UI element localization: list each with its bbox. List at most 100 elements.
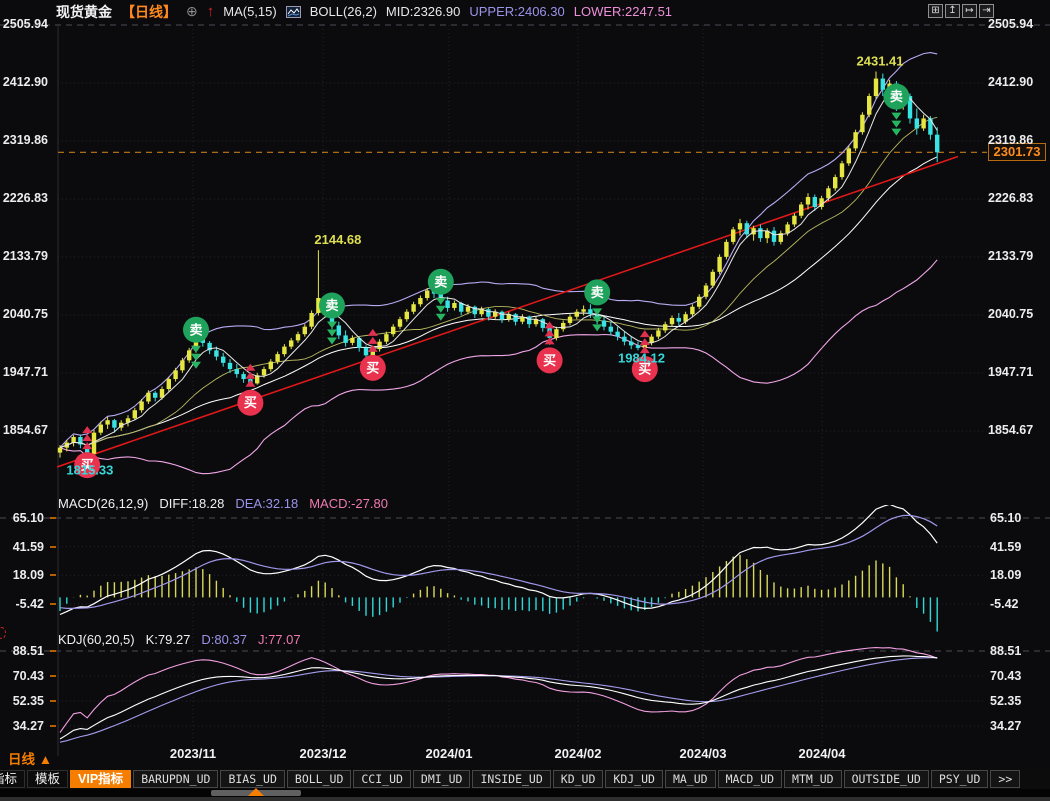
price-annotation: 1984.12 <box>618 350 665 365</box>
main-axis-tick-left: 2505.94 <box>0 17 48 31</box>
chart-canvas[interactable]: 卖卖卖卖卖买买买买买2431.412144.681984.121815.33 <box>0 0 1050 801</box>
symbol-name: 现货黄金 <box>56 2 112 22</box>
axis-edge-tick <box>50 574 56 576</box>
main-axis-tick-right: 2412.90 <box>988 75 1033 89</box>
buy-signal-marker: 买 <box>237 390 263 416</box>
x-axis-month-label: 2024/02 <box>555 746 602 761</box>
kdj-axis-tick-left: 34.27 <box>0 719 44 733</box>
trading-chart-window: 卖卖卖卖卖买买买买买2431.412144.681984.121815.33 现… <box>0 0 1050 801</box>
main-axis-tick-left: 2133.79 <box>0 249 48 263</box>
macd-diff-value: DIFF:18.28 <box>159 496 224 511</box>
macd-axis-tick-left: 41.59 <box>0 540 44 554</box>
buy-signal-marker: 买 <box>360 355 386 381</box>
tab-maud[interactable]: MA_UD <box>665 770 716 788</box>
axis-edge-tick <box>50 650 56 652</box>
price-annotation: 1815.33 <box>66 463 113 478</box>
period-tag[interactable]: 【日线】 <box>121 2 177 22</box>
pan-icon[interactable]: ⊞ <box>928 4 943 18</box>
tab-insideud[interactable]: INSIDE_UD <box>472 770 550 788</box>
main-axis-tick-left: 1947.71 <box>0 365 48 379</box>
main-axis-tick-left: 2226.83 <box>0 191 48 205</box>
period-indicator-label[interactable]: 日线 <box>8 752 35 767</box>
main-axis-tick-right: 2133.79 <box>988 249 1033 263</box>
main-axis-tick-left: 2040.75 <box>0 307 48 321</box>
main-axis-tick-right: 1854.67 <box>988 423 1033 437</box>
tab-[interactable]: 指标 <box>0 770 25 788</box>
axis-edge-tick <box>50 546 56 548</box>
main-axis-tick-right: 1947.71 <box>988 365 1033 379</box>
axis-edge-tick <box>50 725 56 727</box>
sell-signal-marker: 卖 <box>584 279 610 305</box>
axis-edge-tick <box>50 700 56 702</box>
x-axis-month-label: 2023/11 <box>170 746 216 761</box>
tab-kdjud[interactable]: KDJ_UD <box>605 770 663 788</box>
tab-outsideud[interactable]: OUTSIDE_UD <box>844 770 929 788</box>
kdj-j-value: J:77.07 <box>258 632 301 647</box>
period-indicator[interactable]: 日线 ▲ <box>8 748 52 768</box>
macd-value: MACD:-27.80 <box>309 496 388 511</box>
macd-axis-tick-left: -5.42 <box>0 597 44 611</box>
x-axis-month-label: 2024/01 <box>426 746 473 761</box>
bottom-scrollbar-track[interactable] <box>0 789 1050 797</box>
expand-right-icon[interactable]: ↦ <box>962 4 977 18</box>
collapse-right-icon[interactable]: ⇥ <box>979 4 994 18</box>
red-up-arrow-icon: ↑ <box>207 3 215 20</box>
sell-signal-marker: 卖 <box>428 269 454 295</box>
expand-up-icon[interactable]: ↥ <box>945 4 960 18</box>
tab-[interactable]: 模板 <box>27 770 68 788</box>
scrollbar-up-triangle-icon[interactable] <box>248 788 264 796</box>
main-chart-legend: 现货黄金 【日线】 ⊕ ↑ MA(5,15) BOLL(26,2) MID:23… <box>56 2 672 21</box>
period-up-triangle[interactable]: ▲ <box>39 752 52 767</box>
kdj-k-value: K:79.27 <box>146 632 191 647</box>
tab-biasud[interactable]: BIAS_UD <box>220 770 284 788</box>
macd-legend: MACD(26,12,9) DIFF:18.28 DEA:32.18 MACD:… <box>58 496 388 510</box>
macd-dea-value: DEA:32.18 <box>235 496 298 511</box>
tab-macdud[interactable]: MACD_UD <box>718 770 782 788</box>
x-axis-month-label: 2024/04 <box>799 746 846 761</box>
macd-axis-tick-right: 65.10 <box>990 511 1021 525</box>
tab-bollud[interactable]: BOLL_UD <box>287 770 351 788</box>
boll-lower-value: LOWER:2247.51 <box>574 4 672 19</box>
boll-mini-chart-icon <box>286 6 301 18</box>
boll-upper-value: UPPER:2406.30 <box>469 4 564 19</box>
axis-edge-tick <box>50 675 56 677</box>
main-axis-tick-left: 2412.90 <box>0 75 48 89</box>
boll-mid-value: MID:2326.90 <box>386 4 460 19</box>
main-axis-tick-right: 2040.75 <box>988 307 1033 321</box>
add-overlay-icon[interactable]: ⊕ <box>186 3 198 20</box>
tab-[interactable]: >> <box>990 770 1020 788</box>
svg-text:买: 买 <box>543 353 556 368</box>
svg-text:卖: 卖 <box>434 274 447 289</box>
tab-vip[interactable]: VIP指标 <box>70 770 131 788</box>
macd-params: MACD(26,12,9) <box>58 496 148 511</box>
indicator-tab-bar: 指标模板VIP指标BARUPDN_UDBIAS_UDBOLL_UDCCI_UDD… <box>0 769 1050 789</box>
kdj-axis-tick-right: 88.51 <box>990 644 1021 658</box>
price-annotation: 2144.68 <box>314 232 361 247</box>
axis-edge-tick <box>50 603 56 605</box>
tab-dmiud[interactable]: DMI_UD <box>413 770 471 788</box>
svg-text:卖: 卖 <box>325 298 338 313</box>
x-axis-month-label: 2023/12 <box>300 746 347 761</box>
macd-axis-tick-left: 65.10 <box>0 511 44 525</box>
kdj-axis-tick-right: 70.43 <box>990 669 1021 683</box>
ma-legend: MA(5,15) <box>223 4 276 19</box>
main-axis-tick-left: 2319.86 <box>0 133 48 147</box>
tab-barupdnud[interactable]: BARUPDN_UD <box>133 770 218 788</box>
tab-cciud[interactable]: CCI_UD <box>353 770 411 788</box>
sell-signal-marker: 卖 <box>883 84 909 110</box>
price-annotation: 2431.41 <box>857 54 904 69</box>
tab-psyud[interactable]: PSY_UD <box>931 770 989 788</box>
kdj-axis-tick-right: 34.27 <box>990 719 1021 733</box>
sell-signal-marker: 卖 <box>319 292 345 318</box>
axis-edge-tick <box>50 517 56 519</box>
bottom-strip <box>0 797 1050 801</box>
main-axis-tick-right: 2226.83 <box>988 191 1033 205</box>
svg-text:卖: 卖 <box>890 89 903 104</box>
tab-kdud[interactable]: KD_UD <box>553 770 604 788</box>
kdj-axis-tick-right: 52.35 <box>990 694 1021 708</box>
kdj-d-value: D:80.37 <box>201 632 247 647</box>
tab-mtmud[interactable]: MTM_UD <box>784 770 842 788</box>
sell-signal-marker: 卖 <box>183 317 209 343</box>
svg-text:卖: 卖 <box>591 285 604 300</box>
main-axis-tick-right: 2319.86 <box>988 133 1033 147</box>
